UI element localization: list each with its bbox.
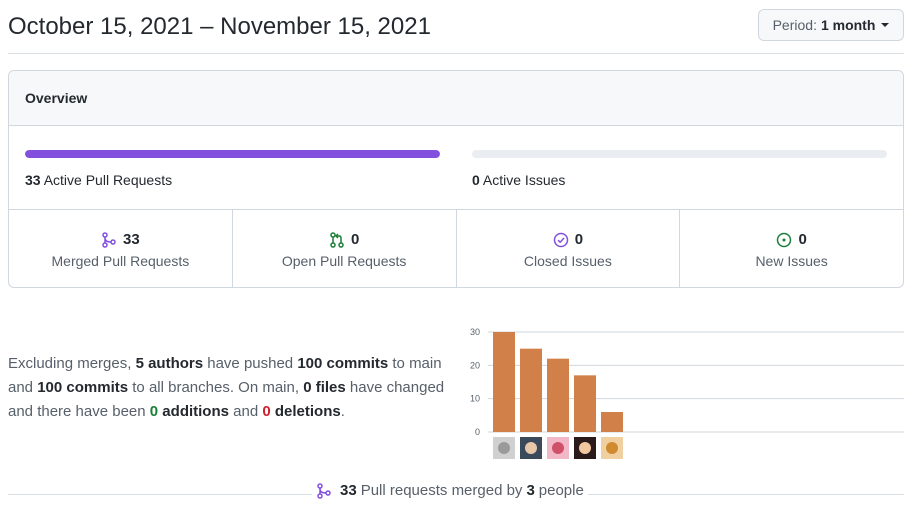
open-prs-count: 0 [350, 231, 360, 248]
open-prs-label: Open Pull Requests [281, 252, 407, 269]
y-tick-label: 0 [475, 427, 480, 437]
header: October 15, 2021 – November 15, 2021 Per… [8, 0, 904, 54]
active-issues-text: Active Issues [482, 172, 566, 188]
summary-text: to all branches. On main, [128, 379, 304, 396]
commit-bar[interactable] [493, 332, 515, 432]
additions-count: 0 [149, 403, 159, 420]
deletions-word: deletions [270, 403, 341, 420]
git-merge-icon [317, 482, 331, 499]
author-avatar[interactable] [520, 437, 542, 459]
new-issues-label: New Issues [755, 252, 828, 269]
issues-bar[interactable] [472, 150, 887, 158]
issue-opened-icon [777, 232, 792, 247]
caret-down-icon [881, 23, 890, 27]
period-value: 1 month [820, 17, 876, 33]
active-pr-count: 33 [25, 172, 41, 188]
commit-bar[interactable] [574, 375, 596, 432]
overview-stats: 33 Merged Pull Requests 0 Open Pull Requ… [9, 210, 903, 287]
commit-bar[interactable] [520, 348, 542, 432]
commits-all-link[interactable]: 100 commits [37, 379, 128, 396]
overview-title: Overview [9, 71, 903, 126]
date-range-title: October 15, 2021 – November 15, 2021 [8, 13, 431, 40]
issues-bar-label[interactable]: 0 Active Issues [472, 172, 565, 188]
commits-main-link[interactable]: 100 commits [297, 355, 388, 372]
merged-count: 33 [340, 482, 357, 499]
stat-closed-issues[interactable]: 0 Closed Issues [457, 210, 681, 287]
y-tick-label: 20 [470, 360, 480, 370]
commit-bar[interactable] [547, 358, 569, 432]
pull-requests-bar-fill [25, 150, 440, 158]
files-count: 0 files [303, 379, 346, 396]
y-tick-label: 10 [470, 394, 480, 404]
stat-new-issues[interactable]: 0 New Issues [680, 210, 903, 287]
stat-merged-prs[interactable]: 33 Merged Pull Requests [9, 210, 233, 287]
period-label: Period: [772, 17, 817, 33]
merged-by-summary: 33 Pull requests merged by 3 people [312, 482, 588, 499]
git-merge-icon [102, 231, 116, 248]
commit-summary: Excluding merges, 5 authors have pushed … [8, 352, 448, 424]
people-count: 3 [526, 482, 535, 499]
active-pr-text: Active Pull Requests [43, 172, 173, 188]
author-avatar[interactable] [601, 437, 623, 459]
deletions-count: 0 [262, 403, 271, 420]
summary-text: Excluding merges, [8, 355, 136, 372]
author-avatar[interactable] [547, 437, 569, 459]
overview-bars: 33 Active Pull Requests 0 Active Issues [9, 126, 903, 210]
commit-bar[interactable] [601, 412, 623, 432]
active-issues-count: 0 [472, 172, 480, 188]
pull-requests-bar[interactable] [25, 150, 440, 158]
pull-requests-bar-label[interactable]: 33 Active Pull Requests [25, 172, 172, 188]
author-avatar[interactable] [574, 437, 596, 459]
authors-link[interactable]: 5 authors [136, 355, 204, 372]
summary-text: and [228, 403, 263, 420]
commits-by-author-chart: 0 10 20 30 [470, 327, 904, 459]
overview-panel: Overview 33 Active Pull Requests 0 Activ… [8, 70, 904, 288]
summary-text: . [340, 403, 345, 420]
y-tick-label: 30 [470, 327, 480, 337]
closed-issues-label: Closed Issues [523, 252, 612, 269]
merged-prs-label: Merged Pull Requests [51, 252, 190, 269]
merged-by-text: Pull requests merged by [360, 482, 523, 499]
closed-issues-count: 0 [574, 231, 584, 248]
issue-closed-icon [553, 232, 568, 247]
new-issues-count: 0 [798, 231, 807, 248]
people-text: people [538, 482, 584, 499]
merged-prs-count: 33 [123, 231, 140, 248]
period-select-button[interactable]: Period: 1 month [758, 9, 904, 41]
author-avatar[interactable] [493, 437, 515, 459]
additions-word: additions [158, 403, 229, 420]
summary-text: have pushed [203, 355, 298, 372]
stat-open-prs[interactable]: 0 Open Pull Requests [233, 210, 457, 287]
git-pull-request-icon [330, 231, 344, 248]
